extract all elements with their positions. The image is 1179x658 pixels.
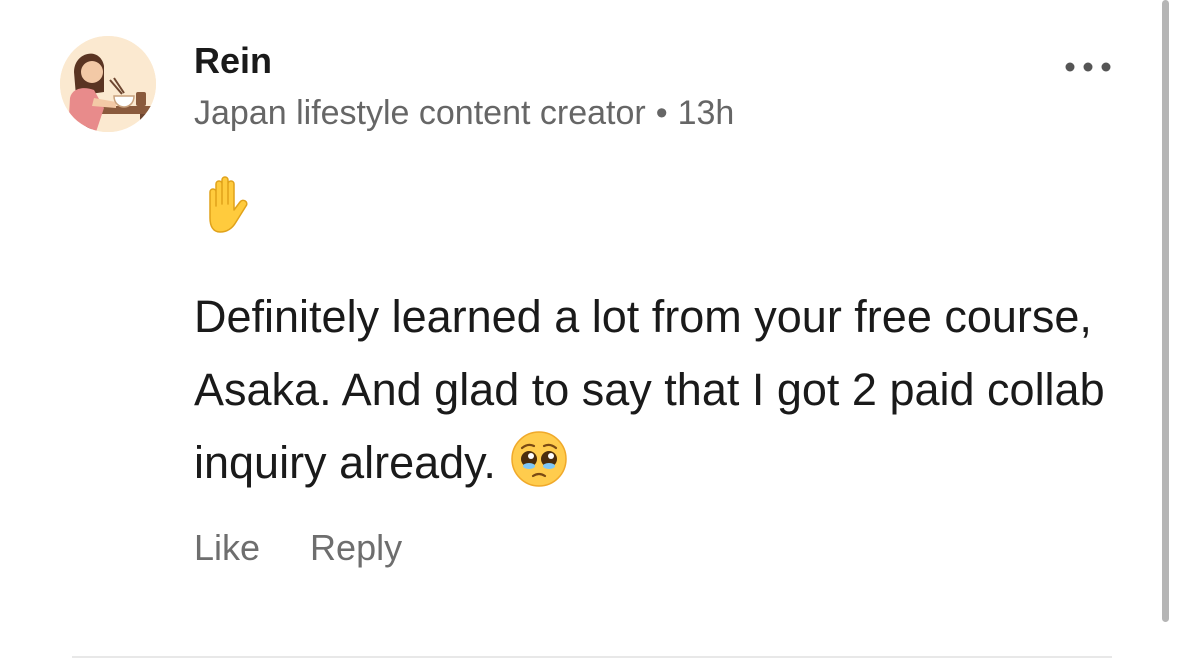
raised-hand-icon <box>196 174 258 236</box>
more-options-button[interactable] <box>1060 50 1116 84</box>
comment-page: Rein Japan lifestyle content creator • 13h… <box>0 0 1179 658</box>
pleading-face-icon <box>510 430 568 488</box>
avatar-illustration <box>60 36 156 132</box>
author-headline: Japan lifestyle content creator <box>194 94 646 132</box>
like-button[interactable]: Like <box>194 527 260 568</box>
scrollbar[interactable] <box>1162 0 1169 622</box>
reply-button[interactable]: Reply <box>310 527 402 568</box>
comment-timestamp: 13h <box>677 94 735 132</box>
comment-text: Definitely learned a lot from your free … <box>194 291 1105 488</box>
meta-separator: • <box>655 94 668 132</box>
avatar[interactable] <box>60 36 156 132</box>
comment-actions: Like Reply <box>194 524 402 572</box>
author-name[interactable]: Rein <box>194 40 272 82</box>
author-meta: Japan lifestyle content creator • 13h <box>194 92 734 134</box>
comment-body: Definitely learned a lot from your free … <box>194 280 1134 499</box>
more-options-icon <box>1065 62 1111 72</box>
